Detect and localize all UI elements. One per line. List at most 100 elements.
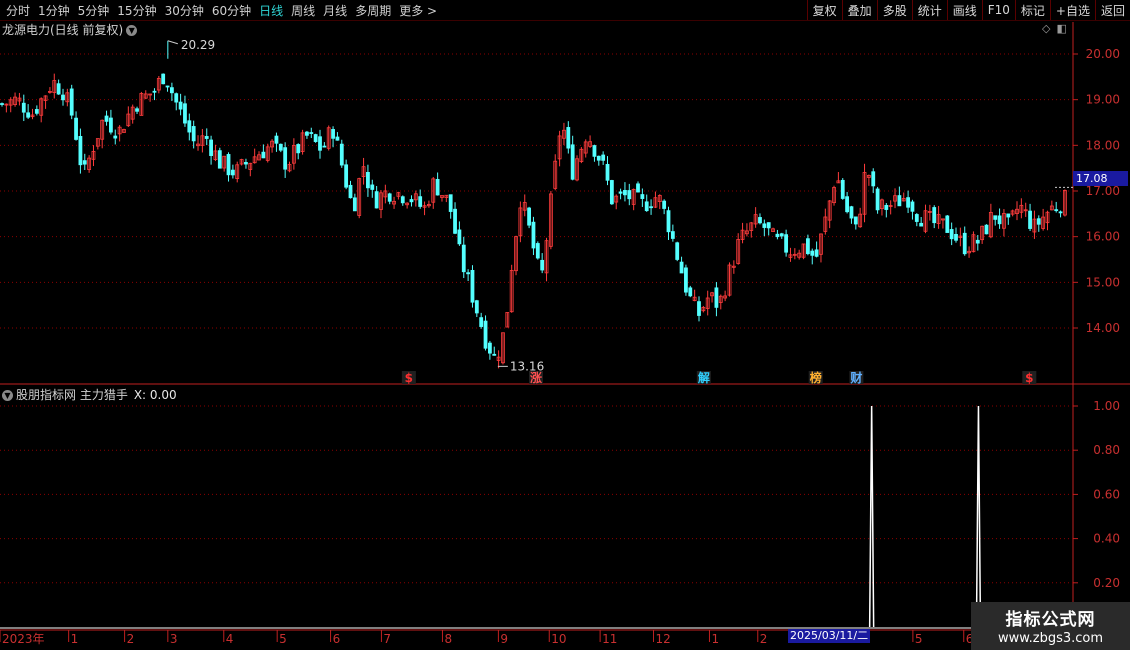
x-tick-label: 1	[711, 632, 719, 646]
watermark-title: 指标公式网	[1005, 610, 1096, 630]
event-marker: 解	[698, 370, 710, 385]
x-tick-label: 9	[500, 632, 508, 646]
candle-body	[483, 320, 488, 349]
chevron-down-icon[interactable]: ▼	[2, 390, 13, 401]
candle-body	[845, 196, 850, 213]
candle-body	[849, 206, 854, 219]
candle-body	[348, 184, 353, 199]
indicator-title[interactable]: ▼ 股朋指标网 主力猎手 X: 0.00	[2, 386, 177, 403]
candle-body	[366, 171, 370, 189]
watermark: 指标公式网 www.zbgs3.com	[971, 602, 1130, 650]
candle-body	[387, 193, 392, 202]
candle-body	[487, 342, 492, 354]
event-marker: $	[405, 371, 413, 385]
candle-body	[466, 272, 471, 275]
candle-body	[601, 154, 606, 161]
current-price-tag: 17.08	[1073, 171, 1128, 186]
chevron-down-icon[interactable]: ▼	[126, 25, 138, 36]
candle-body	[178, 101, 183, 110]
indicator-value: X: 0.00	[133, 388, 177, 402]
x-tick-label: 4	[226, 632, 234, 646]
candle-body	[932, 207, 937, 224]
candle-body	[318, 136, 322, 151]
candle-body	[570, 144, 575, 180]
candle-body	[61, 94, 65, 101]
candle-body	[69, 88, 74, 116]
candle-body	[962, 232, 967, 255]
candle-body	[919, 222, 924, 227]
candle-body	[666, 210, 671, 233]
x-tick-label: 5	[279, 632, 287, 646]
corner-icons: ◇ ◧	[1042, 22, 1073, 35]
x-tick-label: 3	[170, 632, 178, 646]
candle-body	[627, 190, 632, 200]
stock-title[interactable]: 龙源电力(日线 前复权) ▼	[2, 21, 138, 38]
x-tick-label: 2	[760, 632, 768, 646]
indicator-spike	[975, 405, 982, 628]
price-tick-label: 15.00	[1086, 275, 1120, 289]
candle-body	[457, 229, 462, 245]
candle-body	[540, 259, 545, 271]
candle-body	[679, 261, 684, 274]
candle-body	[762, 223, 767, 228]
watermark-url: www.zbgs3.com	[997, 631, 1104, 646]
candle-body	[339, 143, 344, 166]
candle-body	[244, 162, 248, 165]
x-tick-label: 2	[127, 632, 135, 646]
candle-body	[492, 353, 497, 356]
candle-body	[209, 139, 213, 156]
x-tick-label: 2023年	[2, 632, 45, 646]
event-marker: 榜	[810, 370, 822, 385]
candle-body	[418, 196, 423, 207]
candle-body	[78, 136, 83, 166]
x-tick-label: 11	[602, 632, 617, 646]
kline-chart[interactable]: 14.00 15.00 16.00 17.00 18.00 19.00 20.00 0.20 0…	[0, 0, 1130, 650]
high-pointer	[167, 40, 178, 45]
candle-body	[993, 215, 998, 220]
x-tick-label: 10	[551, 632, 566, 646]
x-tick-label: 8	[444, 632, 452, 646]
candle-body	[230, 169, 235, 176]
candle-body	[871, 171, 876, 187]
indicator-tick-label: 0.20	[1093, 576, 1120, 590]
diamond-icon[interactable]: ◇	[1042, 22, 1050, 35]
candle-body	[609, 180, 614, 205]
candle-body	[113, 135, 118, 139]
candle-body	[675, 242, 680, 260]
candle-body	[82, 160, 87, 165]
candle-body	[954, 233, 958, 241]
candle-body	[949, 229, 954, 240]
candle-body	[187, 120, 192, 133]
event-marker: 涨	[530, 370, 542, 385]
panel-toggle-icon[interactable]: ◧	[1056, 22, 1066, 35]
indicator-tick-label: 0.60	[1093, 487, 1120, 501]
candle-body	[374, 191, 379, 209]
candle-body	[1006, 213, 1011, 218]
event-marker: $	[1025, 371, 1033, 385]
candle-body	[997, 215, 1002, 225]
candle-body	[644, 201, 649, 212]
candle-body	[344, 164, 349, 188]
candle-body	[714, 287, 719, 308]
candle-body	[840, 179, 845, 199]
candle-body	[109, 117, 113, 133]
candle-body	[779, 233, 784, 237]
candle-body	[161, 73, 166, 85]
x-tick-label: 1	[71, 632, 79, 646]
candle-body	[605, 163, 610, 181]
candle-body	[636, 183, 640, 193]
price-tick-label: 20.00	[1086, 47, 1120, 61]
candle-body	[26, 112, 31, 118]
candle-body	[322, 145, 327, 148]
candle-body	[331, 129, 335, 139]
candle-body	[875, 188, 880, 211]
candle-body	[531, 221, 536, 249]
candle-body	[649, 206, 653, 209]
candle-body	[470, 270, 475, 303]
event-marker: 财	[849, 370, 862, 385]
candle-body	[670, 231, 675, 239]
candle-body	[535, 243, 540, 259]
candle-body	[104, 115, 109, 122]
candle-body	[975, 239, 980, 244]
candle-body	[662, 200, 667, 209]
